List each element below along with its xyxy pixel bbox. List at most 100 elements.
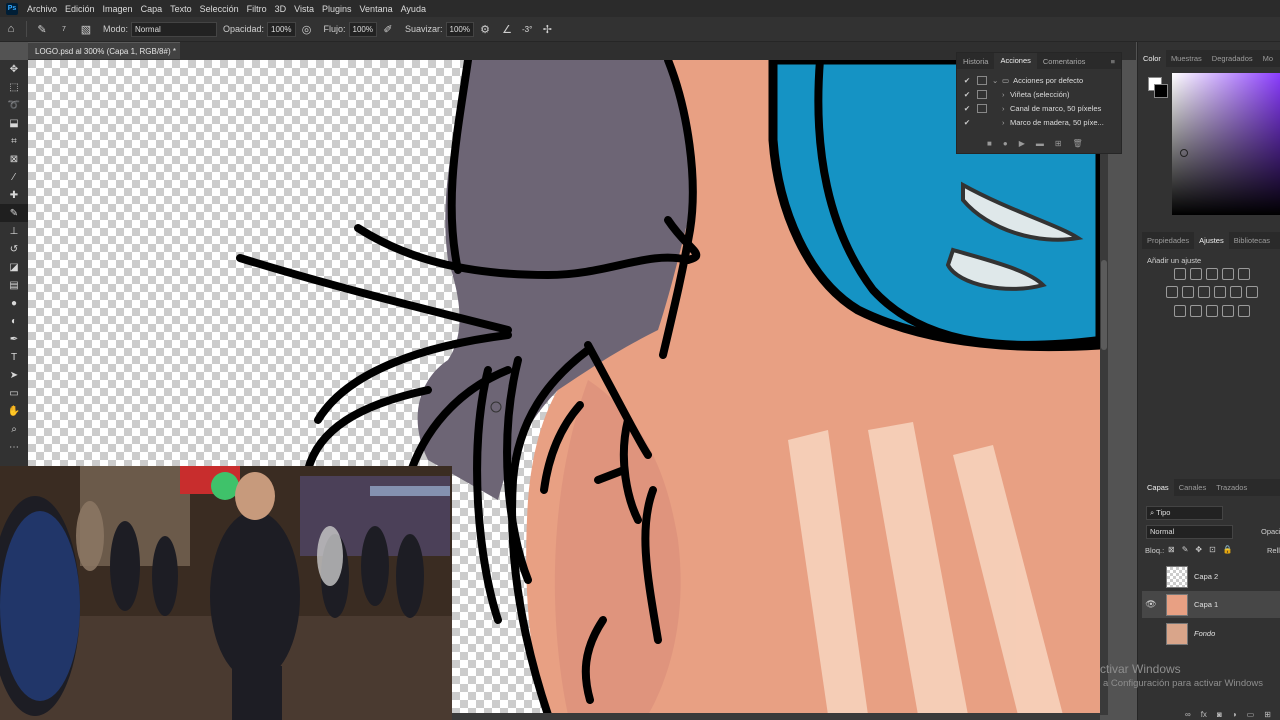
folder-icon[interactable]: ▭ [1247, 710, 1255, 719]
home-icon[interactable]: ⌂ [4, 22, 18, 36]
smooth-input[interactable]: 100% [445, 21, 474, 37]
chevron-right-icon[interactable]: › [1002, 90, 1010, 99]
new-action-icon[interactable]: ⊞ [1055, 139, 1062, 148]
link-icon[interactable]: ∞ [1185, 710, 1191, 719]
lock-transparent-icon[interactable]: ⊠ [1168, 545, 1175, 554]
eye-icon[interactable]: 👁 [1142, 599, 1160, 610]
gradient-map-icon[interactable] [1222, 305, 1234, 317]
blur-tool-icon[interactable]: ● [0, 294, 28, 312]
layer-row-selected[interactable]: 👁 Capa 1 [1142, 591, 1280, 618]
color-picker-field[interactable] [1172, 73, 1280, 215]
menu-imagen[interactable]: Imagen [99, 4, 137, 14]
brush-size-readout[interactable]: 7 [57, 22, 71, 36]
threshold-icon[interactable] [1206, 305, 1218, 317]
action-check-icon[interactable]: ✔ [962, 76, 972, 85]
move-tool-icon[interactable]: ✥ [0, 60, 28, 78]
mode-select[interactable]: Normal [131, 21, 218, 37]
tab-trazados[interactable]: Trazados [1211, 483, 1252, 492]
hue-saturation-icon[interactable] [1166, 286, 1178, 298]
brush-tool-icon[interactable]: ✎ [0, 204, 28, 222]
tab-propiedades[interactable]: Propiedades [1142, 236, 1194, 245]
color-lookup-icon[interactable] [1246, 286, 1258, 298]
tab-muestras[interactable]: Muestras [1166, 54, 1207, 63]
menu-texto[interactable]: Texto [166, 4, 196, 14]
tab-degradados[interactable]: Degradados [1207, 54, 1258, 63]
new-set-icon[interactable]: ▬ [1036, 139, 1044, 148]
posterize-icon[interactable] [1190, 305, 1202, 317]
stop-icon[interactable]: ■ [987, 139, 992, 148]
history-brush-tool-icon[interactable]: ↺ [0, 240, 28, 258]
layer-row[interactable]: Capa 2 [1142, 563, 1280, 590]
record-icon[interactable]: ● [1003, 139, 1008, 148]
new-layer-icon[interactable]: ⊞ [1264, 710, 1271, 719]
gear-icon[interactable]: ⚙ [478, 22, 492, 36]
action-check-icon[interactable]: ✔ [962, 104, 972, 113]
mask-icon[interactable]: ◙ [1217, 710, 1222, 719]
tab-color[interactable]: Color [1138, 50, 1166, 67]
airbrush-icon[interactable]: ✐ [381, 22, 395, 36]
tab-ajustes[interactable]: Ajustes [1194, 232, 1229, 249]
lock-artboard-icon[interactable]: ⊡ [1209, 545, 1216, 554]
action-row[interactable]: ✔ › Viñeta (selección) [957, 87, 1121, 101]
tab-historia[interactable]: Historia [957, 57, 994, 66]
eyedropper-tool-icon[interactable]: ⁄ [0, 168, 28, 186]
menu-capa[interactable]: Capa [137, 4, 167, 14]
tab-acciones[interactable]: Acciones [994, 53, 1037, 69]
dodge-tool-icon[interactable]: ◐ [0, 312, 28, 330]
action-dialog-toggle[interactable] [977, 103, 987, 113]
chevron-right-icon[interactable]: › [1002, 118, 1010, 127]
selective-color-icon[interactable] [1238, 305, 1250, 317]
black-white-icon[interactable] [1198, 286, 1210, 298]
play-icon[interactable]: ▶ [1019, 139, 1025, 148]
opacity-input[interactable]: 100% [267, 21, 296, 37]
levels-icon[interactable] [1190, 268, 1202, 280]
brush-preset-icon[interactable]: ✎ [35, 22, 49, 36]
layer-filter-select[interactable]: ⌕ Tipo [1146, 506, 1223, 520]
hand-tool-icon[interactable]: ✋ [0, 402, 28, 420]
menu-archivo[interactable]: Archivo [23, 4, 61, 14]
action-check-icon[interactable]: ✔ [962, 118, 972, 127]
marquee-tool-icon[interactable]: ⬚ [0, 78, 28, 96]
color-balance-icon[interactable] [1182, 286, 1194, 298]
action-set-row[interactable]: ✔ ⌄ ▭ Acciones por defecto [957, 73, 1121, 87]
tab-more[interactable]: Mo [1258, 54, 1278, 63]
background-color-swatch[interactable] [1154, 84, 1168, 98]
menu-vista[interactable]: Vista [290, 4, 318, 14]
brush-panel-icon[interactable]: ▧ [79, 22, 93, 36]
frame-tool-icon[interactable]: ⊠ [0, 150, 28, 168]
fx-icon[interactable]: fx [1201, 710, 1207, 719]
photo-filter-icon[interactable] [1214, 286, 1226, 298]
menu-3d[interactable]: 3D [271, 4, 291, 14]
brightness-icon[interactable] [1174, 268, 1186, 280]
action-dialog-toggle[interactable] [977, 75, 987, 85]
adjustment-layer-icon[interactable]: ◑ [1232, 710, 1237, 719]
layer-name[interactable]: Capa 2 [1194, 572, 1218, 581]
menu-ventana[interactable]: Ventana [356, 4, 397, 14]
menu-plugins[interactable]: Plugins [318, 4, 356, 14]
tab-canales[interactable]: Canales [1174, 483, 1212, 492]
chevron-down-icon[interactable]: ⌄ [992, 76, 1000, 85]
tab-capas[interactable]: Capas [1142, 479, 1174, 496]
canvas-horizontal-scrollbar[interactable] [452, 713, 1100, 720]
crop-tool-icon[interactable]: ⌗ [0, 132, 28, 150]
exposure-icon[interactable] [1222, 268, 1234, 280]
invert-icon[interactable] [1174, 305, 1186, 317]
photoshop-logo-icon[interactable]: Ps [6, 2, 18, 15]
layer-name[interactable]: Capa 1 [1194, 600, 1218, 609]
gradient-tool-icon[interactable]: ▤ [0, 276, 28, 294]
panel-menu-icon[interactable]: ≡ [1105, 57, 1121, 66]
action-row[interactable]: ✔ › Marco de madera, 50 píxe... [957, 115, 1121, 129]
blend-mode-select[interactable]: Normal [1146, 525, 1233, 539]
menu-ayuda[interactable]: Ayuda [397, 4, 430, 14]
curves-icon[interactable] [1206, 268, 1218, 280]
lock-all-icon[interactable]: 🔒 [1223, 545, 1233, 554]
layer-row[interactable]: Fondo [1142, 620, 1280, 647]
angle-input[interactable]: -3° [518, 21, 537, 37]
action-row[interactable]: ✔ › Canal de marco, 50 píxeles [957, 101, 1121, 115]
trash-icon[interactable]: 🗑 [1073, 139, 1083, 148]
channel-mixer-icon[interactable] [1230, 286, 1242, 298]
menu-filtro[interactable]: Filtro [243, 4, 271, 14]
pressure-opacity-icon[interactable]: ◎ [300, 22, 314, 36]
menu-seleccion[interactable]: Selección [196, 4, 243, 14]
pen-tool-icon[interactable]: ✒ [0, 330, 28, 348]
